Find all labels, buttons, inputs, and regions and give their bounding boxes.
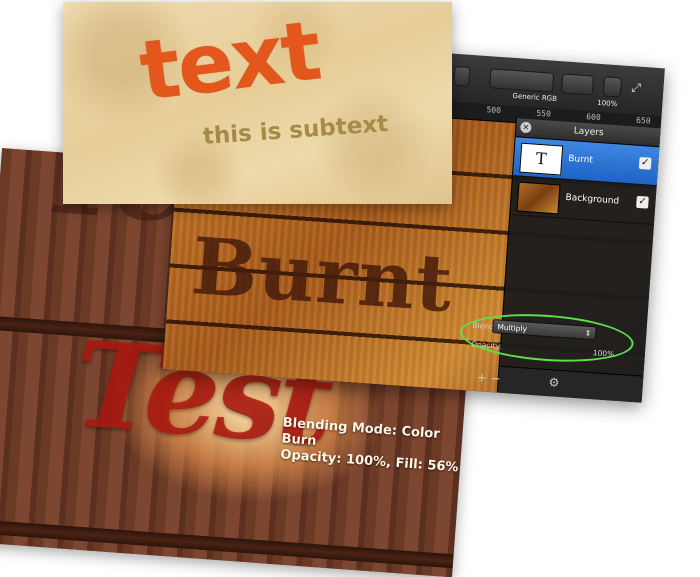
expand-icon[interactable]: ⤢ [631, 80, 642, 96]
ruler-tick-label: 500 [486, 105, 502, 116]
text-layer-thumbnail: T [519, 142, 564, 176]
ruler-tick-label: 650 [635, 115, 651, 126]
visibility-checkbox[interactable]: ✓ [636, 195, 649, 209]
close-icon[interactable]: ✕ [520, 121, 532, 134]
ruler-tick-label: 550 [536, 108, 552, 119]
toolbar-button[interactable] [602, 76, 623, 98]
paper-text-card: text this is subtext [63, 2, 452, 204]
layer-name: Background [565, 192, 620, 207]
zoom-level[interactable]: 100% [597, 99, 618, 108]
image-layer-thumbnail [516, 181, 561, 215]
layers-panel: ✕ Layers T Burnt ✓ Background ✓ Blending… [458, 118, 662, 403]
toolbar-button[interactable] [453, 65, 471, 87]
plank-seam [0, 519, 454, 569]
paper-subtitle: this is subtext [202, 111, 389, 150]
add-layer-icon[interactable]: + [476, 370, 487, 385]
layer-name: Burnt [567, 153, 594, 166]
layers-panel-footer: + − ⚙ [476, 365, 645, 403]
layers-panel-title: Layers [573, 126, 604, 139]
visibility-checkbox[interactable]: ✓ [638, 156, 652, 170]
gear-icon[interactable]: ⚙ [548, 375, 560, 390]
align-button-group[interactable] [489, 68, 555, 93]
text-style-buttons[interactable] [560, 73, 595, 96]
ruler-tick-label: 600 [585, 112, 602, 123]
remove-layer-icon[interactable]: − [490, 371, 501, 386]
paper-title: text [135, 3, 325, 120]
burnt-canvas-text[interactable]: Burnt [189, 221, 456, 330]
color-profile-label[interactable]: Generic RGB [512, 92, 557, 103]
